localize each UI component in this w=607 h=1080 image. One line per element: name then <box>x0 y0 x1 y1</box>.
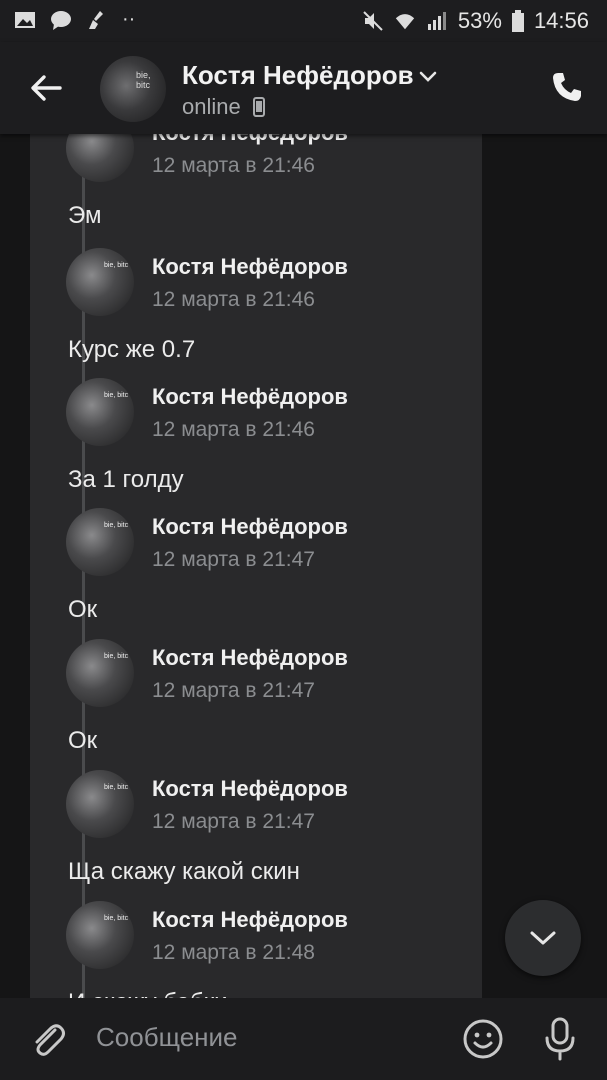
message-time: 12 марта в 21:47 <box>152 810 315 833</box>
avatar[interactable]: bie, bitc <box>66 248 134 316</box>
message-time: 12 марта в 21:46 <box>152 418 315 441</box>
avatar[interactable]: bie, bitc <box>66 770 134 838</box>
message-time: 12 марта в 21:47 <box>152 548 315 571</box>
microphone-icon[interactable] <box>540 1016 580 1062</box>
sender-name: Костя Нефёдоров <box>152 384 348 409</box>
message-time: 12 марта в 21:46 <box>152 154 315 177</box>
chevron-down-icon <box>530 931 556 945</box>
sender-name: Костя Нефёдоров <box>152 134 348 146</box>
emoji-icon[interactable] <box>462 1018 504 1060</box>
avatar-caption: bie, bitc <box>104 134 128 135</box>
scroll-down-button[interactable] <box>505 900 581 976</box>
message-input[interactable]: Сообщение <box>96 1022 238 1053</box>
message-text: Эм <box>68 202 102 229</box>
avatar-caption: bie, bitc <box>104 784 129 791</box>
avatar-caption: bie, bitc <box>104 915 129 922</box>
message-list[interactable]: bie, bitc Костя Нефёдоров 12 марта в 21:… <box>0 134 607 998</box>
sender-name: Костя Нефёдоров <box>152 254 348 279</box>
wifi-icon <box>395 14 415 30</box>
gallery-icon <box>15 11 35 28</box>
contact-name[interactable]: Костя Нефёдоров <box>182 60 414 91</box>
message-text: Ща скажу какой скин <box>68 858 300 885</box>
message-text: Ок <box>68 596 98 623</box>
message-composer: Сообщение <box>0 998 607 1080</box>
message-time: 12 марта в 21:48 <box>152 941 315 964</box>
avatar-caption: bie, bitc <box>136 70 151 90</box>
contact-status: online <box>182 94 265 120</box>
paperclip-icon[interactable] <box>28 1020 68 1060</box>
chat-header: bie, bitc Костя Нефёдоров online <box>0 42 607 134</box>
message-time: 12 марта в 21:47 <box>152 679 315 702</box>
chevron-down-icon[interactable] <box>418 70 438 84</box>
avatar-caption: bie, bitc <box>104 522 129 529</box>
message-text: Курс же 0.7 <box>68 336 196 363</box>
phone-call-icon[interactable] <box>550 70 584 104</box>
status-text: online <box>182 94 241 119</box>
avatar[interactable]: bie, bitc <box>66 639 134 707</box>
avatar-caption: bie, bitc <box>104 653 129 660</box>
sender-name: Костя Нефёдоров <box>152 514 348 539</box>
battery-icon <box>511 10 524 32</box>
avatar-caption: bie, bitc <box>104 262 129 269</box>
battery-percent: 53% <box>457 8 502 33</box>
sender-name: Костя Нефёдоров <box>152 907 348 932</box>
sender-name: Костя Нефёдоров <box>152 776 348 801</box>
message-text: Ок <box>68 727 98 754</box>
signal-icon <box>427 12 446 30</box>
contact-avatar[interactable]: bie, bitc <box>100 56 166 122</box>
avatar[interactable]: bie, bitc <box>66 901 134 969</box>
clean-icon <box>89 10 103 29</box>
back-arrow-icon[interactable] <box>28 70 64 106</box>
avatar[interactable]: bie, bitc <box>66 508 134 576</box>
avatar[interactable]: bie, bitc <box>66 378 134 446</box>
sender-name: Костя Нефёдоров <box>152 645 348 670</box>
clock: 14:56 <box>533 8 589 33</box>
message-text: И скажу бабки <box>68 989 227 998</box>
more-notifications-icon: ·· <box>122 8 136 30</box>
message-text: За 1 голду <box>68 466 184 493</box>
message-icon <box>51 10 71 30</box>
mobile-device-icon <box>252 97 265 117</box>
status-bar: ·· 53% 14:56 <box>0 0 607 42</box>
mute-icon <box>363 11 383 31</box>
message-time: 12 марта в 21:46 <box>152 288 315 311</box>
avatar-caption: bie, bitc <box>104 392 129 399</box>
